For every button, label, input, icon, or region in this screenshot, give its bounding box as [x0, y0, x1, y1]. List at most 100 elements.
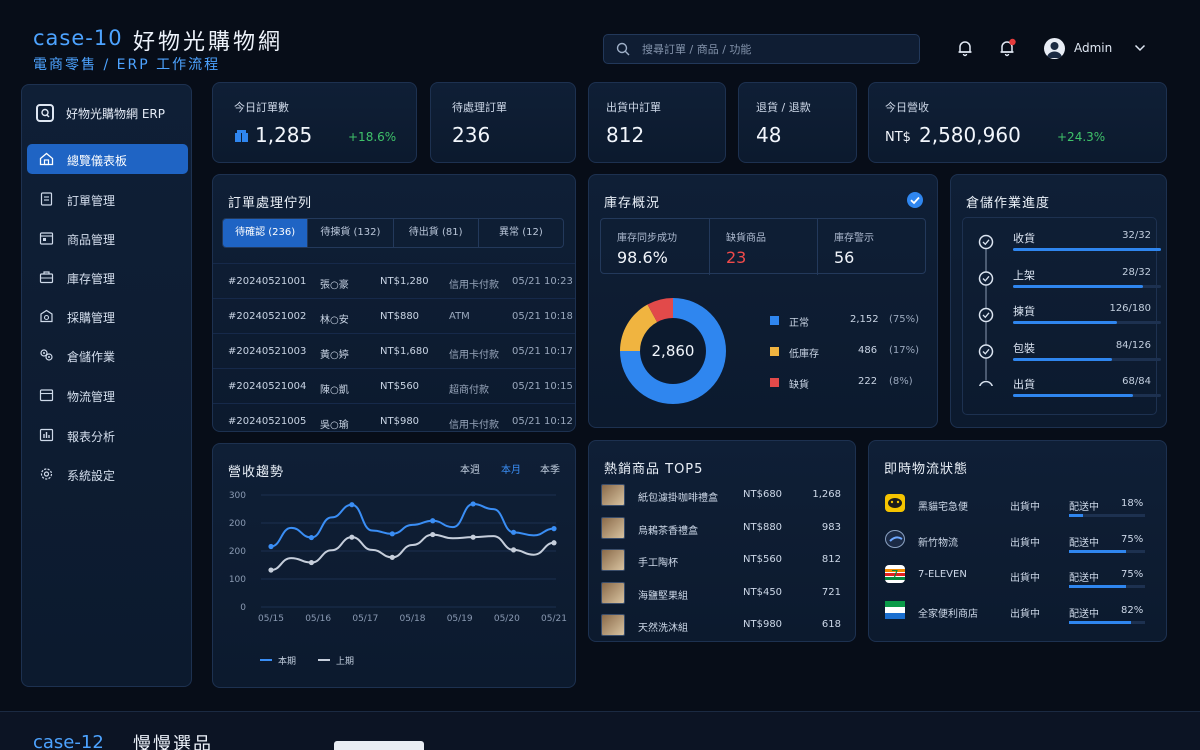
ship-status: 出貨中 — [1010, 573, 1040, 584]
tab-picking[interactable]: 待揀貨 (132) — [308, 219, 394, 247]
avatar[interactable] — [1044, 38, 1065, 59]
payment-method: 信用卡付款 — [449, 350, 499, 361]
tab-to-ship[interactable]: 待出貨 (81) — [394, 219, 479, 247]
order-queue-panel: 訂單處理佇列 待確認 (236) 待揀貨 (132) 待出貨 (81) 異常 (… — [212, 174, 576, 432]
logistics-row[interactable]: 黑貓宅急便 出貨中 配送中 18% — [869, 492, 1166, 527]
warehouse-step: 收貨 32/32 — [963, 230, 1163, 266]
data-point[interactable] — [470, 501, 476, 507]
product-thumbnail — [601, 549, 625, 571]
data-point[interactable] — [430, 518, 436, 524]
delivery-progress-bar — [1069, 585, 1145, 588]
sidebar-item-logistics[interactable]: 物流管理 — [27, 380, 188, 410]
panel-title: 訂單處理佇列 — [228, 196, 313, 211]
case-id: case-10 — [33, 26, 123, 50]
panel-title: 營收趨勢 — [228, 465, 285, 480]
order-row[interactable]: #20240521001 張○豪 NT$1,280 信用卡付款 05/21 10:23 — [213, 263, 575, 298]
sidebar-item-reports[interactable]: 報表分析 — [27, 420, 188, 450]
tab-exception[interactable]: 異常 (12) — [479, 219, 563, 247]
payment-method: ATM — [449, 311, 470, 322]
bell-icon[interactable] — [956, 39, 974, 57]
period-month[interactable]: 本月 — [501, 461, 521, 476]
list-item[interactable]: 海鹽堅果組 NT$450 721 — [589, 579, 855, 611]
data-point[interactable] — [389, 531, 395, 537]
search-box[interactable] — [603, 34, 920, 64]
delivery-pct: 82% — [1121, 604, 1144, 616]
product-sales: 618 — [821, 619, 841, 630]
search-input[interactable] — [642, 35, 912, 63]
product-name: 海鹽堅果組 — [638, 590, 688, 602]
stat-label: 缺貨商品 — [726, 233, 766, 244]
order-id: #20240521005 — [228, 416, 307, 427]
product-name: 天然洗沐組 — [638, 623, 688, 634]
kpi-delta: +24.3% — [1057, 130, 1106, 144]
kpi-label: 待處理訂單 — [452, 101, 507, 114]
order-row[interactable]: #20240521005 吳○瑜 NT$980 信用卡付款 05/21 10:12 — [213, 403, 575, 431]
logistics-row[interactable]: 新竹物流 出貨中 配送中 75% — [869, 528, 1166, 563]
next-case-search — [334, 741, 424, 750]
data-point[interactable] — [389, 554, 395, 560]
data-point[interactable] — [349, 502, 355, 508]
sidebar-item-label: 訂單管理 — [67, 194, 116, 208]
data-point[interactable] — [551, 526, 557, 532]
x-tick-label: 05/19 — [447, 614, 473, 624]
cart-icon — [40, 309, 53, 323]
data-point[interactable] — [430, 531, 436, 538]
legend-count: 486 — [858, 345, 878, 356]
user-name[interactable]: Admin — [1074, 41, 1112, 55]
order-id: #20240521004 — [228, 381, 307, 392]
sidebar-item-inventory[interactable]: 庫存管理 — [27, 262, 188, 292]
data-point[interactable] — [510, 529, 517, 535]
sidebar-item-warehouse[interactable]: 倉儲作業 — [27, 340, 188, 370]
sidebar-item-dashboard[interactable]: 總覽儀表板 — [27, 144, 188, 174]
delivery-progress-fill — [1069, 514, 1083, 517]
data-point[interactable] — [349, 534, 355, 540]
sidebar-item-orders[interactable]: 訂單管理 — [27, 184, 188, 214]
legend-pct: (75%) — [889, 314, 920, 325]
order-amount: NT$560 — [380, 381, 420, 392]
hot-products-panel: 熱銷商品 TOP5 紙包濾掛咖啡禮盒 NT$680 1,268 烏鶇茶香禮盒 NT$88… — [588, 440, 856, 642]
list-item[interactable]: 紙包濾掛咖啡禮盒 NT$680 1,268 — [589, 481, 855, 513]
list-item[interactable]: 手工陶杯 NT$560 812 — [589, 546, 855, 578]
kpi-label: 今日訂單數 — [234, 101, 289, 114]
logistics-row[interactable]: 全家便利商店 出貨中 配送中 82% — [869, 599, 1166, 634]
data-point[interactable] — [308, 534, 315, 541]
tab-pending-confirm[interactable]: 待確認 (236) — [223, 219, 309, 247]
check-circle-icon[interactable] — [906, 191, 924, 209]
sidebar-item-settings[interactable]: 系統設定 — [27, 459, 188, 489]
order-time: 05/21 10:15 — [512, 381, 573, 392]
step-progress-bar — [1013, 248, 1161, 251]
document-icon — [40, 192, 53, 206]
sidebar-item-products[interactable]: 商品管理 — [27, 223, 188, 253]
data-point[interactable] — [268, 543, 274, 550]
ship-status: 出貨中 — [1010, 502, 1040, 513]
order-row[interactable]: #20240521003 黃○婷 NT$1,680 信用卡付款 05/21 10:17 — [213, 333, 575, 368]
list-item[interactable]: 天然洗沐組 NT$980 618 — [589, 611, 855, 643]
list-item[interactable]: 烏鶇茶香禮盒 NT$880 983 — [589, 514, 855, 546]
data-point[interactable] — [308, 559, 315, 566]
warehouse-steps: 收貨 32/32 上架 28/32 揀貨 126/180 包裝 84/126 出貨 68/84 — [962, 217, 1161, 415]
step-progress-bar — [1013, 394, 1161, 397]
chevron-down-icon[interactable] — [1134, 43, 1146, 53]
y-tick-label: 200 — [229, 547, 246, 557]
order-row[interactable]: #20240521004 陳○凱 NT$560 超商付款 05/21 10:15 — [213, 368, 575, 403]
donut-total: 2,860 — [651, 342, 695, 360]
logistics-row[interactable]: 7 7-ELEVEN 出貨中 配送中 75% — [869, 563, 1166, 598]
period-quarter[interactable]: 本季 — [540, 461, 560, 476]
notification-alert-icon[interactable] — [998, 38, 1018, 57]
sidebar-item-procurement[interactable]: 採購管理 — [27, 301, 188, 331]
data-point[interactable] — [551, 540, 557, 546]
legend-count: 222 — [858, 376, 878, 387]
revenue-panel: 營收趨勢 本週 本月 本季 300 200 200 100 0 05/15 05/16 05/… — [212, 443, 576, 688]
product-name: 紙包濾掛咖啡禮盒 — [638, 493, 718, 504]
data-point[interactable] — [268, 567, 274, 573]
order-row[interactable]: #20240521002 林○安 NT$880 ATM 05/21 10:18 — [213, 298, 575, 333]
legend-swatch — [770, 316, 779, 325]
period-week[interactable]: 本週 — [460, 461, 480, 476]
customer-name: 吳○瑜 — [320, 420, 349, 431]
data-point[interactable] — [510, 547, 517, 553]
brand-logo-icon — [36, 104, 54, 122]
orders-box-icon — [235, 130, 248, 142]
stat-value: 56 — [834, 248, 855, 267]
x-tick-label: 05/20 — [494, 614, 520, 624]
data-point[interactable] — [470, 534, 476, 540]
